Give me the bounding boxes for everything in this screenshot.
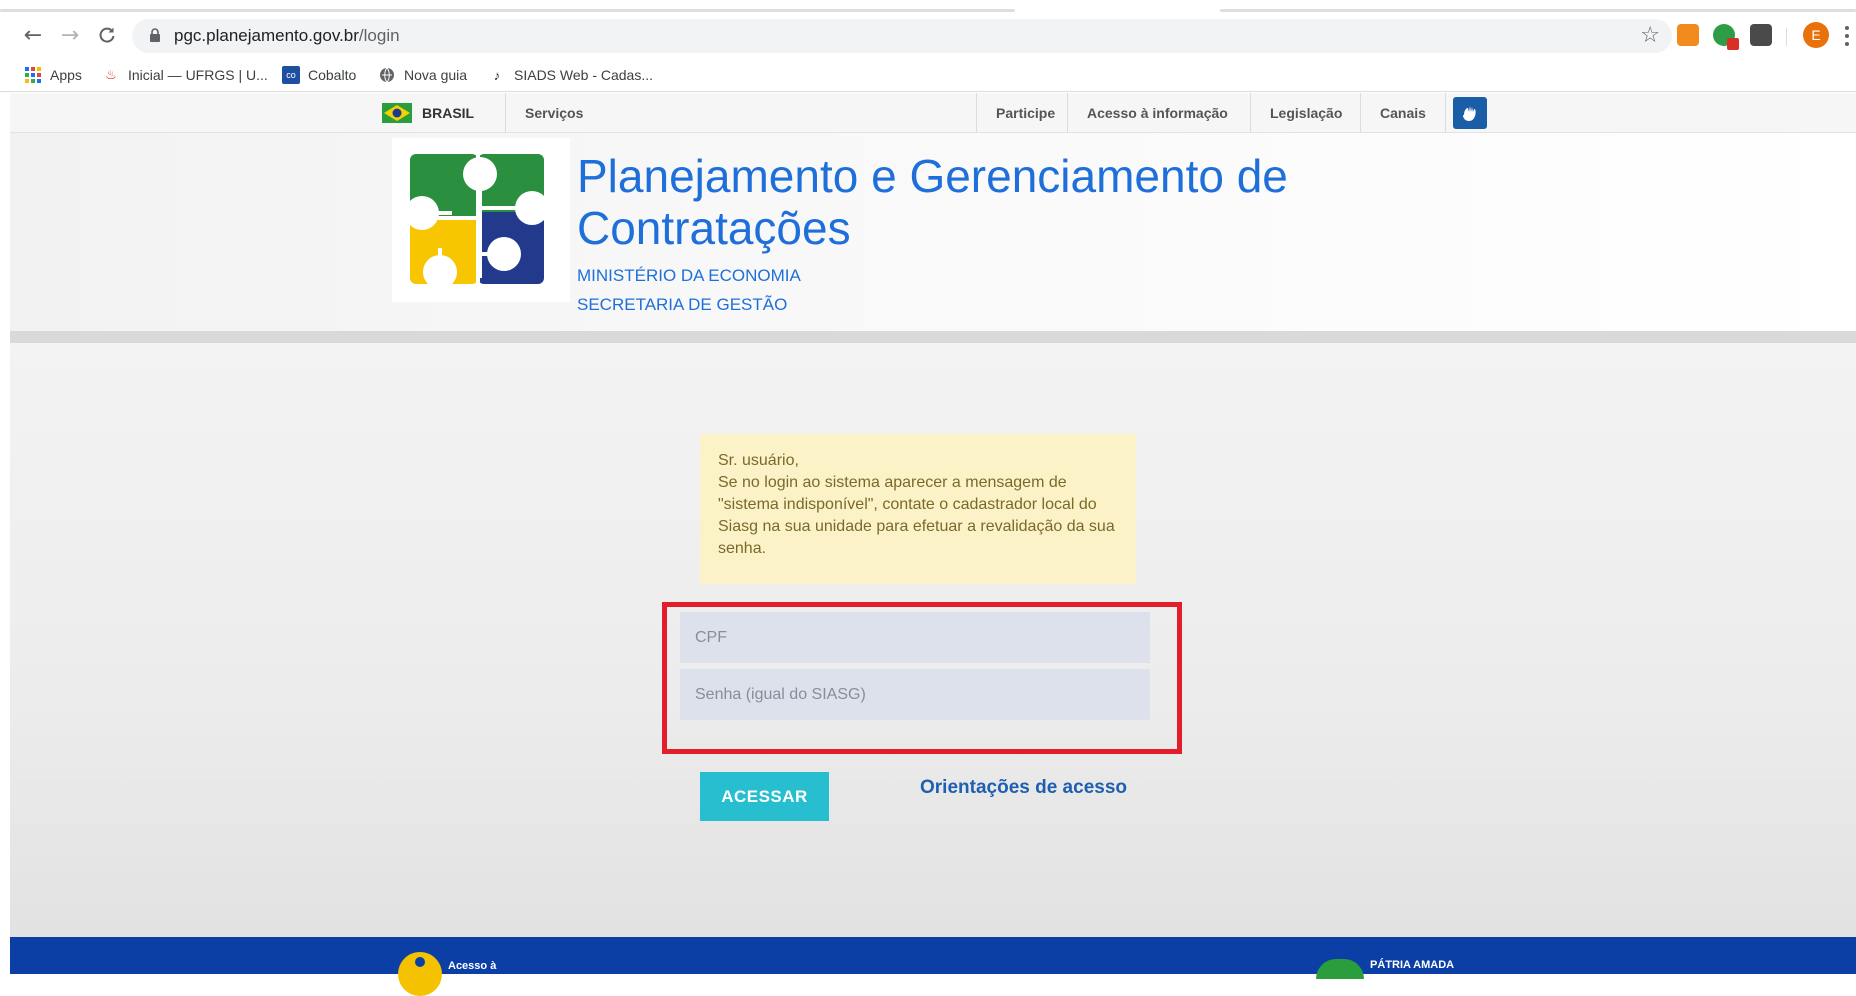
notice-box: Sr. usuário, Se no login ao sistema apar… <box>700 434 1136 584</box>
shopping-extension-icon[interactable] <box>1677 24 1699 46</box>
page: BRASIL Serviços Participe Acesso à infor… <box>10 93 1856 996</box>
nav-legislacao[interactable]: Legislação <box>1250 93 1361 133</box>
url-text: pgc.planejamento.gov.br/login <box>174 26 400 45</box>
info-person-icon <box>398 952 442 996</box>
flag-arc-icon <box>1316 959 1364 979</box>
gov-top-bar: BRASIL Serviços Participe Acesso à infor… <box>10 93 1856 133</box>
notice-greeting: Sr. usuário, <box>718 452 799 469</box>
bookmark-star-icon[interactable]: ☆ <box>1640 23 1660 48</box>
cpf-input[interactable] <box>680 612 1150 663</box>
nav-canais[interactable]: Canais <box>1360 93 1446 133</box>
secretariat-label: SECRETARIA DE GESTÃO <box>577 295 788 314</box>
nav-servicos[interactable]: Serviços <box>505 93 602 133</box>
ufrgs-icon: ♨ <box>105 67 117 82</box>
globe-icon <box>378 66 396 84</box>
notice-message: Se no login ao sistema aparecer a mensag… <box>718 474 1115 557</box>
acessar-button[interactable]: ACESSAR <box>700 772 829 821</box>
bookmark-nova-guia[interactable]: Nova guia <box>378 63 467 87</box>
extension-badge <box>1727 38 1739 50</box>
back-arrow-icon[interactable]: ← <box>18 20 48 50</box>
acesso-informacao-logo[interactable]: Acesso à <box>398 952 496 996</box>
nav-participe[interactable]: Participe <box>976 93 1074 133</box>
ministry-label: MINISTÉRIO DA ECONOMIA <box>577 266 801 285</box>
site-header: Planejamento e Gerenciamento de Contrata… <box>10 133 1856 331</box>
password-input[interactable] <box>680 669 1150 720</box>
security-extension-icon[interactable] <box>1713 24 1739 50</box>
lock-icon <box>150 28 160 42</box>
address-bar[interactable]: pgc.planejamento.gov.br/login ☆ <box>132 19 1672 53</box>
site-footer: Acesso à PÁTRIA AMADA <box>10 937 1856 996</box>
forward-arrow-icon[interactable]: → <box>55 20 85 50</box>
brasil-link[interactable]: BRASIL <box>382 102 474 124</box>
bookmark-ufrgs[interactable]: ♨ Inicial — UFRGS | U... <box>102 63 268 87</box>
patria-amada-logo: PÁTRIA AMADA <box>1316 959 1454 979</box>
cobalto-icon: co <box>282 66 300 84</box>
browser-toolbar: ← → pgc.planejamento.gov.br/login ☆ E <box>0 12 1856 58</box>
accessibility-hand-icon[interactable] <box>1453 97 1487 129</box>
bookmarks-bar: Apps ♨ Inicial — UFRGS | U... co Cobalto… <box>0 58 1856 92</box>
pgc-logo <box>392 138 570 302</box>
toolbar-divider <box>1786 28 1787 46</box>
brazil-flag-icon <box>382 103 412 123</box>
sei-extension-icon[interactable] <box>1750 24 1772 46</box>
browser-tabstrip <box>0 0 1856 12</box>
login-area: Sr. usuário, Se no login ao sistema apar… <box>10 343 1856 937</box>
bookmark-apps[interactable]: Apps <box>24 63 82 87</box>
profile-avatar[interactable]: E <box>1803 22 1829 48</box>
access-guidelines-link[interactable]: Orientações de acesso <box>920 777 1127 799</box>
page-title: Planejamento e Gerenciamento de Contrata… <box>577 150 1288 254</box>
header-divider <box>10 331 1856 343</box>
bookmark-siads[interactable]: ♪ SIADS Web - Cadas... <box>488 63 653 87</box>
siads-icon: ♪ <box>493 67 501 83</box>
bookmark-cobalto[interactable]: co Cobalto <box>282 63 356 87</box>
nav-acesso-informacao[interactable]: Acesso à informação <box>1067 93 1247 133</box>
browser-menu-icon[interactable] <box>1845 26 1849 46</box>
reload-icon[interactable] <box>92 20 122 50</box>
apps-grid-icon <box>24 66 42 84</box>
